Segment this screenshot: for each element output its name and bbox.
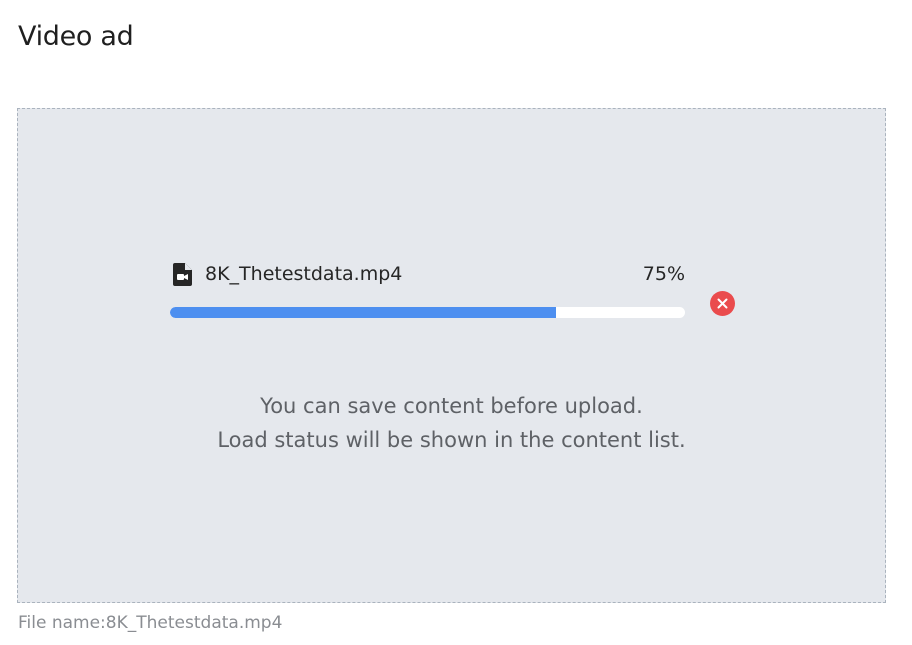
close-icon bbox=[717, 298, 728, 309]
info-line-save: You can save content before upload. bbox=[260, 394, 643, 418]
section-title: Video ad bbox=[18, 21, 134, 52]
info-line-status: Load status will be shown in the content… bbox=[217, 428, 686, 452]
upload-percent: 75% bbox=[642, 263, 685, 285]
upload-dropzone[interactable]: 8K_Thetestdata.mp4 75% You can save cont… bbox=[17, 108, 886, 603]
file-name-caption-value: 8K_Thetestdata.mp4 bbox=[105, 613, 283, 633]
video-file-icon bbox=[173, 263, 192, 286]
cancel-upload-button[interactable] bbox=[710, 291, 735, 316]
upload-progress-row: 8K_Thetestdata.mp4 75% bbox=[170, 259, 685, 329]
file-name-caption-label: File name: bbox=[18, 613, 106, 633]
upload-info-text: You can save content before upload. Load… bbox=[18, 389, 885, 457]
upload-file-name: 8K_Thetestdata.mp4 bbox=[205, 263, 403, 285]
upload-progress-fill bbox=[170, 307, 557, 318]
file-name-caption: File name:8K_Thetestdata.mp4 bbox=[18, 610, 282, 636]
upload-progress-bar bbox=[170, 307, 685, 318]
